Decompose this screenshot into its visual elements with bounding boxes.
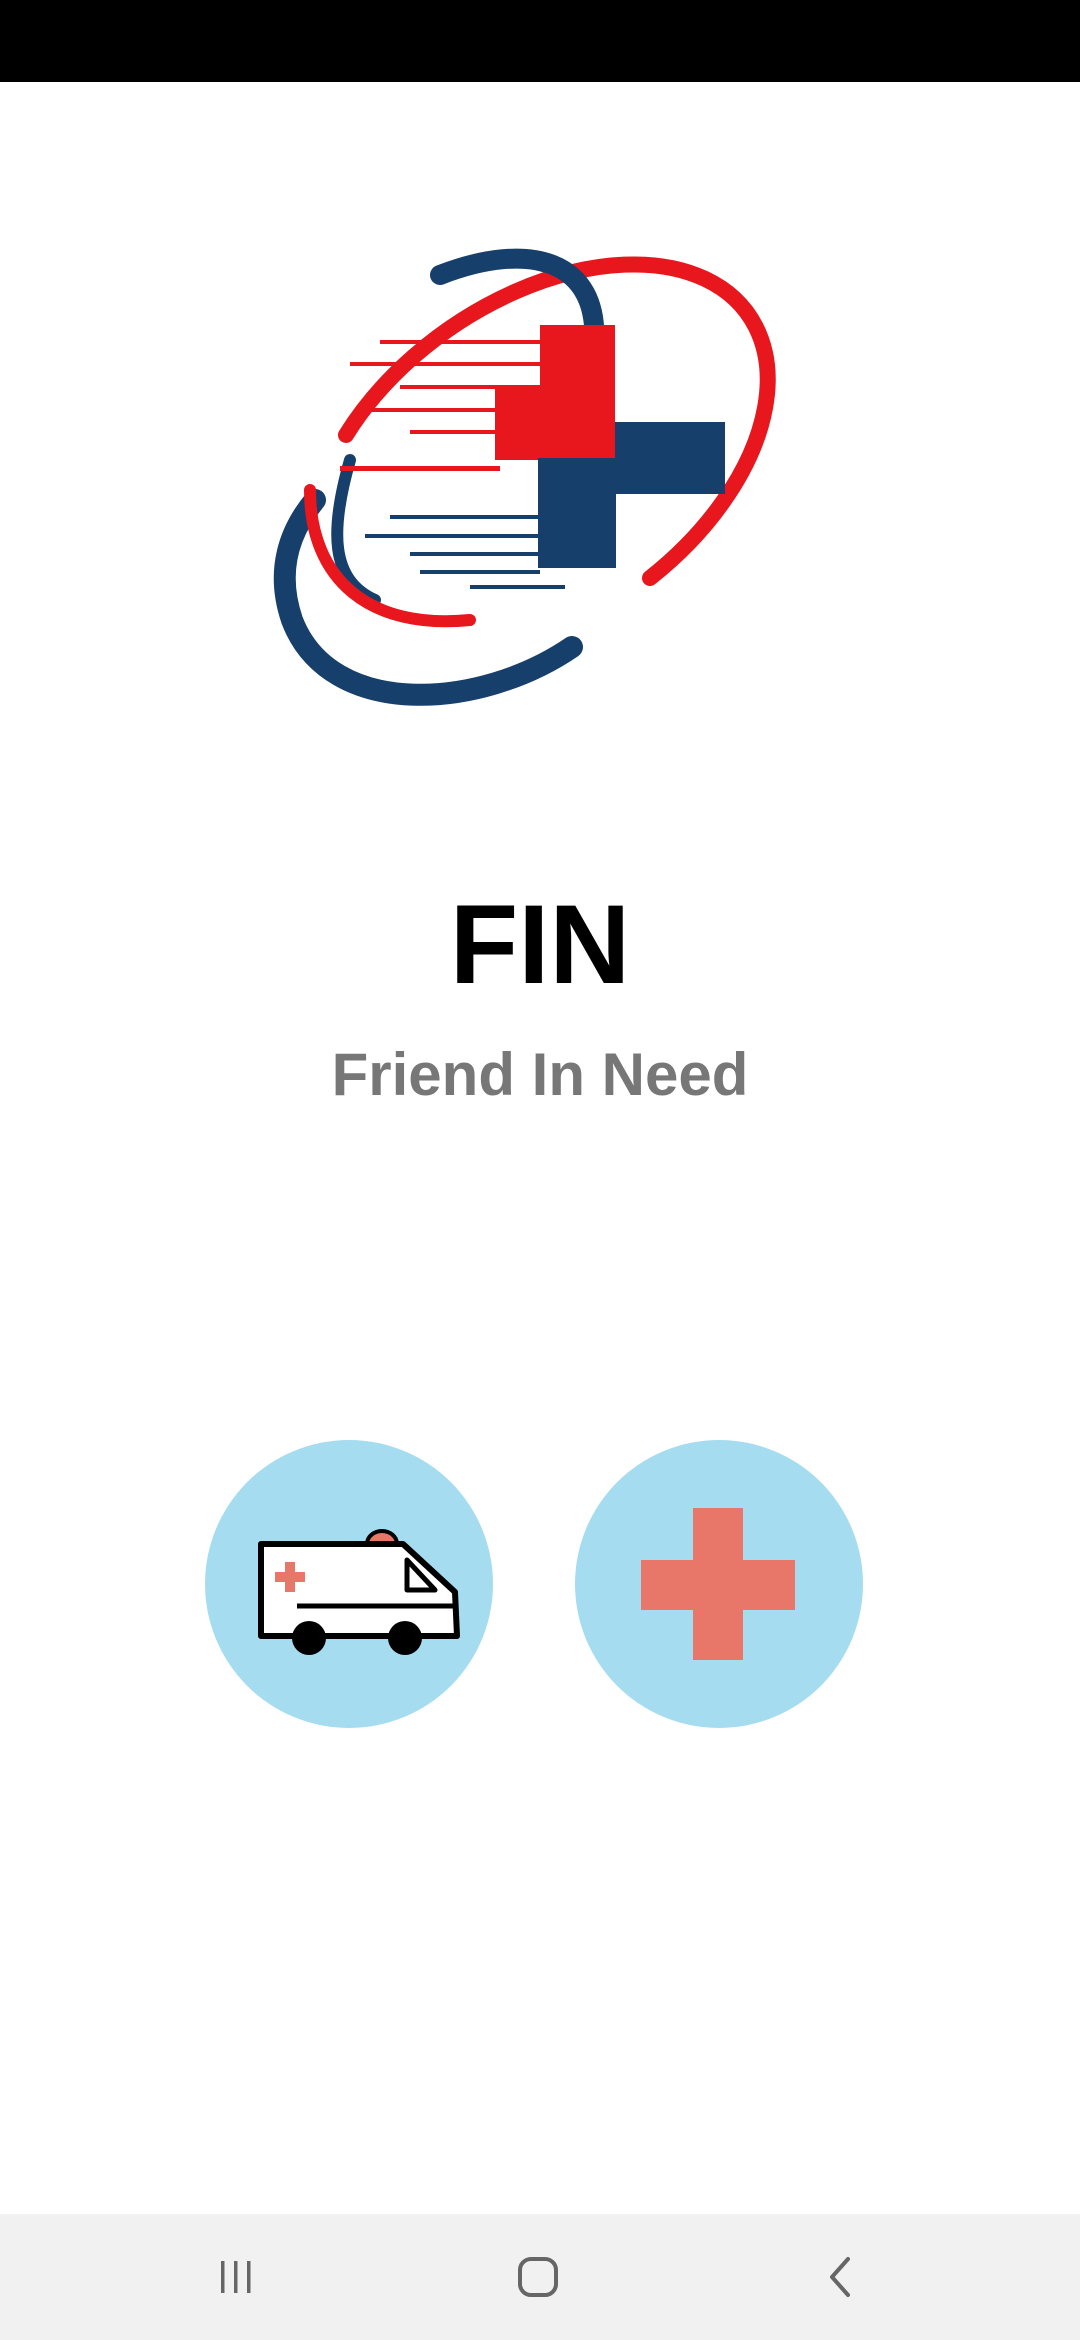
status-bar bbox=[0, 0, 1080, 82]
back-icon bbox=[830, 2257, 850, 2297]
ambulance-icon bbox=[258, 1529, 460, 1655]
medical-cross-logo-icon bbox=[273, 248, 776, 706]
navigation-bar bbox=[0, 2214, 1080, 2340]
home-button[interactable] bbox=[478, 2214, 598, 2340]
recents-button[interactable] bbox=[176, 2214, 296, 2340]
ambulance-button[interactable] bbox=[205, 1440, 493, 1728]
app-title: FIN bbox=[449, 882, 631, 1007]
app-subtitle: Friend In Need bbox=[331, 1041, 749, 1108]
first-aid-button[interactable] bbox=[575, 1440, 863, 1728]
first-aid-cross-icon bbox=[641, 1508, 795, 1660]
home-icon bbox=[518, 2257, 558, 2297]
back-button[interactable] bbox=[780, 2214, 900, 2340]
app-logo bbox=[270, 200, 810, 740]
recents-icon bbox=[221, 2261, 251, 2293]
